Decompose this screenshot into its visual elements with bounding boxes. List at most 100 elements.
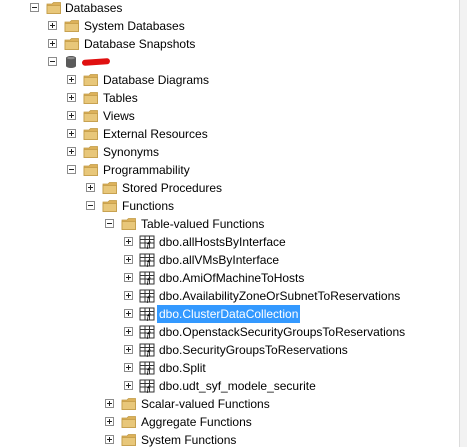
minus-icon[interactable] (48, 57, 57, 66)
tree-node-function-selected[interactable]: dbo.ClusterDataCollection (0, 305, 459, 323)
tree-node-label: dbo.AvailabilityZoneOrSubnetToReservatio… (159, 289, 401, 303)
tree-node-label: Database Diagrams (103, 73, 210, 87)
table-function-icon (139, 289, 155, 303)
tree-node-label: dbo.SecurityGroupsToReservations (159, 343, 348, 357)
table-function-icon (139, 307, 155, 321)
tree-node-label: Table-valued Functions (141, 217, 265, 231)
tree-node-label: dbo.allHostsByInterface (159, 235, 286, 249)
object-explorer-tree: Databases System Databases Database Snap… (0, 0, 459, 447)
tree-node-label: dbo.Split (159, 361, 206, 375)
plus-icon[interactable] (124, 363, 133, 372)
table-function-icon (139, 271, 155, 285)
tree-node-function[interactable]: dbo.Split (0, 359, 459, 377)
folder-icon (121, 217, 137, 231)
tree-node-label-selected: dbo.ClusterDataCollection (157, 305, 301, 323)
folder-icon (83, 127, 99, 141)
tree-node-label: External Resources (103, 127, 208, 141)
tree-node-label: Scalar-valued Functions (141, 397, 270, 411)
tree-node-stored-procedures[interactable]: Stored Procedures (0, 179, 459, 197)
tree-node-external-resources[interactable]: External Resources (0, 125, 459, 143)
tree-node-system-databases[interactable]: System Databases (0, 17, 459, 35)
folder-icon (83, 91, 99, 105)
folder-icon (83, 163, 99, 177)
tree-node-label: Views (103, 109, 135, 123)
plus-icon[interactable] (124, 381, 133, 390)
tree-node-function[interactable]: dbo.udt_syf_modele_securite (0, 377, 459, 395)
table-function-icon (139, 343, 155, 357)
folder-icon (83, 109, 99, 123)
tree-node-database-diagrams[interactable]: Database Diagrams (0, 71, 459, 89)
table-function-icon (139, 235, 155, 249)
plus-icon[interactable] (124, 327, 133, 336)
vertical-scrollbar[interactable] (459, 0, 467, 447)
tree-node-label: Synonyms (103, 145, 160, 159)
tree-node-table-valued-functions[interactable]: Table-valued Functions (0, 215, 459, 233)
minus-icon[interactable] (105, 219, 114, 228)
plus-icon[interactable] (124, 345, 133, 354)
tree-node-label: dbo.AmiOfMachineToHosts (159, 271, 305, 285)
tree-node-database-snapshots[interactable]: Database Snapshots (0, 35, 459, 53)
tree-node-function[interactable]: dbo.OpenstackSecurityGroupsToReservation… (0, 323, 459, 341)
minus-icon[interactable] (67, 165, 76, 174)
tree-node-label: Aggregate Functions (141, 415, 252, 429)
folder-icon (83, 145, 99, 159)
table-function-icon (139, 325, 155, 339)
folder-icon (83, 73, 99, 87)
plus-icon[interactable] (67, 93, 76, 102)
folder-icon (102, 199, 118, 213)
tree-node-label: System Functions (141, 433, 237, 447)
plus-icon[interactable] (124, 291, 133, 300)
plus-icon[interactable] (48, 21, 57, 30)
tree-node-function[interactable]: dbo.allHostsByInterface (0, 233, 459, 251)
tree-node-label: Programmability (103, 163, 190, 177)
plus-icon[interactable] (67, 75, 76, 84)
minus-icon[interactable] (30, 3, 39, 12)
plus-icon[interactable] (105, 435, 114, 444)
plus-icon[interactable] (105, 417, 114, 426)
plus-icon[interactable] (124, 273, 133, 282)
redaction-mark (81, 58, 111, 66)
tree-node-label: Tables (103, 91, 138, 105)
folder-icon (121, 433, 137, 447)
database-icon (63, 55, 79, 69)
tree-node-database[interactable] (0, 53, 459, 71)
table-function-icon (139, 379, 155, 393)
tree-node-databases[interactable]: Databases (0, 0, 459, 17)
tree-node-function[interactable]: dbo.allVMsByInterface (0, 251, 459, 269)
plus-icon[interactable] (86, 183, 95, 192)
tree-node-label: dbo.allVMsByInterface (159, 253, 280, 267)
tree-node-tables[interactable]: Tables (0, 89, 459, 107)
tree-node-label: Databases (65, 1, 123, 15)
tree-node-scalar-valued-functions[interactable]: Scalar-valued Functions (0, 395, 459, 413)
minus-icon[interactable] (86, 201, 95, 210)
folder-icon (46, 1, 62, 15)
tree-node-label: Database Snapshots (84, 37, 196, 51)
plus-icon[interactable] (67, 129, 76, 138)
tree-node-label: Stored Procedures (122, 181, 223, 195)
tree-node-label: dbo.OpenstackSecurityGroupsToReservation… (159, 325, 406, 339)
tree-node-programmability[interactable]: Programmability (0, 161, 459, 179)
tree-node-aggregate-functions[interactable]: Aggregate Functions (0, 413, 459, 431)
plus-icon[interactable] (105, 399, 114, 408)
folder-icon (102, 181, 118, 195)
tree-node-functions[interactable]: Functions (0, 197, 459, 215)
plus-icon[interactable] (124, 309, 133, 318)
tree-node-label: System Databases (84, 19, 185, 33)
tree-node-system-functions[interactable]: System Functions (0, 431, 459, 447)
tree-node-synonyms[interactable]: Synonyms (0, 143, 459, 161)
plus-icon[interactable] (67, 111, 76, 120)
tree-node-function[interactable]: dbo.AvailabilityZoneOrSubnetToReservatio… (0, 287, 459, 305)
folder-icon (64, 19, 80, 33)
plus-icon[interactable] (124, 255, 133, 264)
plus-icon[interactable] (67, 147, 76, 156)
tree-node-label: dbo.udt_syf_modele_securite (159, 379, 316, 393)
plus-icon[interactable] (48, 39, 57, 48)
tree-node-function[interactable]: dbo.SecurityGroupsToReservations (0, 341, 459, 359)
folder-icon (121, 397, 137, 411)
table-function-icon (139, 253, 155, 267)
folder-icon (64, 37, 80, 51)
tree-node-function[interactable]: dbo.AmiOfMachineToHosts (0, 269, 459, 287)
table-function-icon (139, 361, 155, 375)
tree-node-views[interactable]: Views (0, 107, 459, 125)
plus-icon[interactable] (124, 237, 133, 246)
